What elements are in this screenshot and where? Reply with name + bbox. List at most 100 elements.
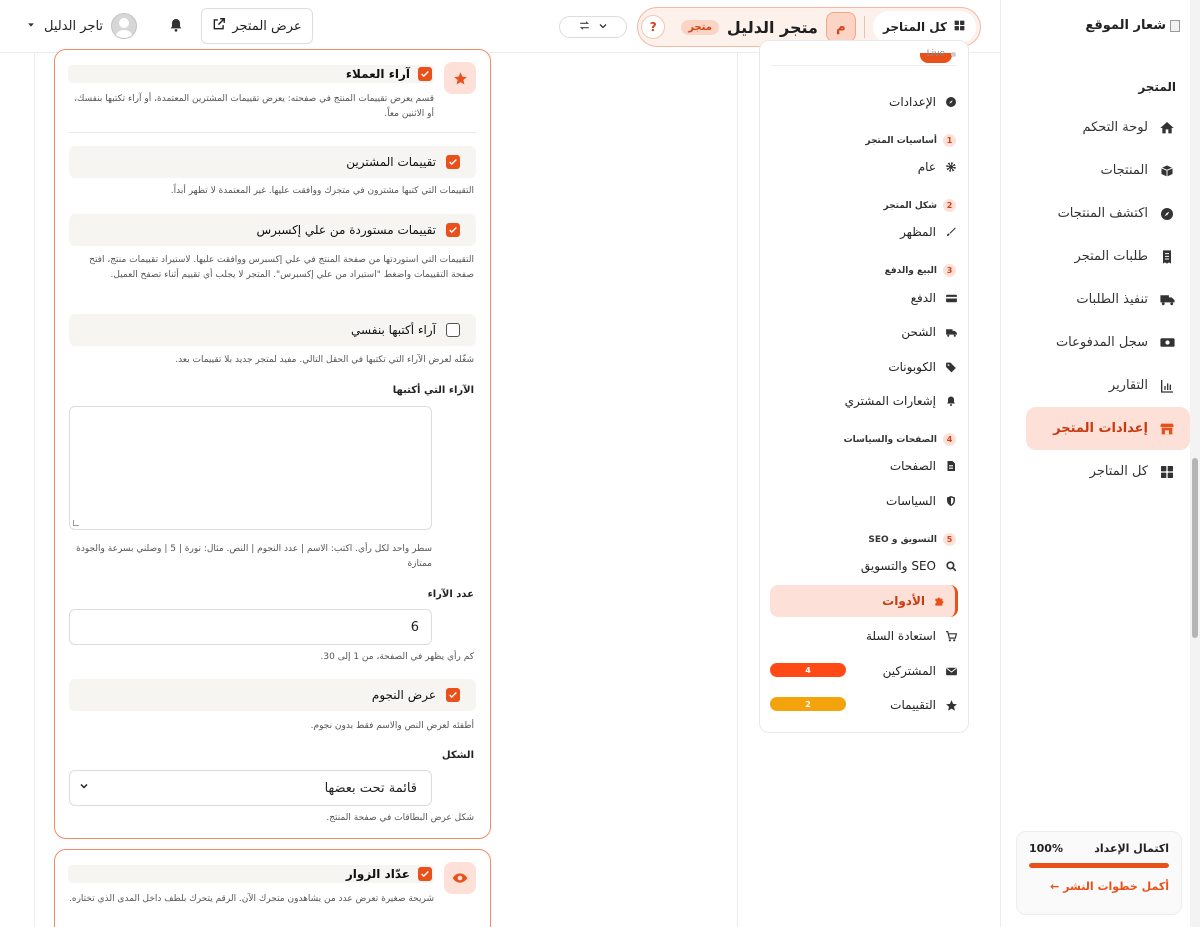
sidebar-item-reports[interactable]: التقارير: [1010, 364, 1190, 407]
card-description: قسم يعرض تقييمات المنتج في صفحته: يعرض ت…: [74, 94, 434, 119]
visitor-counter-toggle[interactable]: عدّاد الزوار: [68, 865, 434, 883]
subnav-item-settings[interactable]: الإعدادات: [770, 95, 958, 109]
subscribers-count-badge: 4: [770, 663, 846, 677]
grid-icon: [1158, 463, 1176, 481]
subnav-item-seo[interactable]: SEO والتسويق: [770, 559, 958, 573]
store-avatar: م: [825, 12, 856, 42]
shape-hint: شكل عرض البطاقات في صفحة المنتج.: [326, 813, 474, 823]
document-icon: [944, 459, 958, 473]
bell-icon[interactable]: [166, 17, 184, 35]
sidebar-item-discover[interactable]: اكتشف المنتجات: [1010, 192, 1190, 235]
reviews-count-input[interactable]: 6: [69, 609, 432, 645]
card-title: آراء العملاء: [345, 67, 410, 81]
scrollbar-thumb[interactable]: [1192, 458, 1198, 638]
sidebar-item-orders[interactable]: طلبات المتجر: [1010, 235, 1190, 278]
subnav-item-cart-recovery[interactable]: استعادة السلة: [770, 629, 958, 643]
subnav-item-tools[interactable]: الأدوات: [770, 585, 958, 617]
chevron-down-icon: [78, 780, 90, 796]
sidebar-item-all-stores[interactable]: كل المتاجر: [1010, 450, 1190, 493]
store-swap-dropdown[interactable]: [559, 16, 627, 38]
written-reviews-hint: سطر واحد لكل رأي. اكتب: الاسم | عدد النج…: [76, 544, 432, 569]
checkbox-checked-icon[interactable]: [418, 67, 432, 81]
user-menu[interactable]: تاجر الدليل: [26, 13, 138, 39]
reviews-count-label: عدد الآراء: [427, 589, 474, 600]
truck-icon: [1158, 291, 1176, 309]
sidebar-item-payments[interactable]: سجل المدفوعات: [1010, 321, 1190, 364]
store-type-badge: متجر: [681, 19, 719, 35]
truck-icon: [944, 325, 958, 339]
caret-down-icon: [26, 19, 36, 34]
puzzle-icon: [933, 594, 947, 608]
setup-title: اكتمال الإعداد: [1094, 842, 1169, 855]
box-icon: [1158, 162, 1176, 180]
tags-icon: [944, 360, 958, 374]
cart-icon: [944, 629, 958, 643]
buyer-reviews-option[interactable]: تقييمات المشترين: [69, 146, 476, 178]
own-reviews-option[interactable]: آراء أكتبها بنفسي: [69, 314, 476, 346]
checkbox-unchecked-icon[interactable]: [446, 323, 460, 337]
visitor-counter-card: عدّاد الزوار شريحة صغيرة تعرض عدد من يشا…: [54, 849, 491, 927]
card-divider: [69, 132, 476, 133]
shield-icon: [944, 494, 958, 508]
live-indicator: Live: [927, 49, 956, 59]
subnav-group-basics: 1 أساسيات المتجر: [865, 134, 956, 147]
grid-icon: [953, 19, 966, 35]
reviews-section-toggle[interactable]: آراء العملاء: [68, 65, 434, 83]
money-icon: [1158, 334, 1176, 352]
subnav-item-general[interactable]: عام: [770, 160, 958, 174]
sidebar-nav: لوحة التحكم المنتجات اكتشف المنتجات طلبا…: [1010, 106, 1190, 493]
resize-grip-icon[interactable]: [73, 520, 79, 526]
envelope-icon: [944, 664, 958, 678]
subnav-item-appearance[interactable]: المظهر: [770, 225, 958, 239]
swap-arrows-icon: [578, 19, 591, 35]
written-reviews-textarea[interactable]: [69, 406, 432, 530]
show-stars-hint: أطفئه لعرض النص والاسم فقط بدون نجوم.: [310, 721, 474, 731]
chart-icon: [1158, 377, 1176, 395]
publish-steps-link[interactable]: أكمل خطوات النشر ←: [1029, 880, 1169, 893]
subnav-group-marketing: 5 التسويق و SEO: [868, 533, 956, 546]
aliexpress-reviews-hint: التقييمات التي استوردتها من صفحة المنتج …: [89, 255, 474, 280]
receipt-icon: [1158, 248, 1176, 266]
compass-icon: [944, 95, 958, 109]
sidebar-item-store-settings[interactable]: إعدادات المتجر: [1026, 407, 1190, 450]
subnav-group-look: 2 شكل المتجر: [883, 199, 956, 212]
show-stars-option[interactable]: عرض النجوم: [69, 679, 476, 711]
shape-select[interactable]: قائمة تحت بعضها: [69, 770, 432, 806]
checkbox-checked-icon[interactable]: [446, 223, 460, 237]
view-store-button[interactable]: عرض المتجر: [201, 8, 313, 44]
subnav-divider: [770, 65, 958, 66]
subnav-item-shipping[interactable]: الشحن: [770, 325, 958, 339]
star-icon: [444, 62, 476, 94]
page-scrollbar[interactable]: [1190, 0, 1200, 927]
main-sidebar: شعار الموقع المتجر لوحة التحكم المنتجات …: [1000, 0, 1190, 927]
subnav-item-policies[interactable]: السياسات: [770, 494, 958, 508]
subnav-item-pages[interactable]: الصفحات: [770, 459, 958, 473]
broken-image-icon: [1170, 19, 1180, 32]
store-name: متجر الدليل: [726, 17, 818, 37]
sidebar-item-dashboard[interactable]: لوحة التحكم: [1010, 106, 1190, 149]
checkbox-checked-icon[interactable]: [446, 688, 460, 702]
settings-subnav: Live الإعدادات 1 أساسيات المتجر عام 2 شكل …: [759, 40, 969, 733]
reviews-count-hint: كم رأي يظهر في الصفحة، من 1 إلى 30.: [320, 652, 474, 662]
subnav-item-notifications[interactable]: إشعارات المشتري: [770, 394, 958, 408]
setup-progress-bar: [1029, 863, 1169, 868]
sidebar-item-products[interactable]: المنتجات: [1010, 149, 1190, 192]
home-icon: [1158, 119, 1176, 137]
site-logo-text: شعار الموقع: [1085, 18, 1166, 33]
checkbox-checked-icon[interactable]: [446, 155, 460, 169]
aliexpress-reviews-option[interactable]: تقييمات مستوردة من علي إكسبرس: [69, 214, 476, 246]
sidebar-item-fulfillment[interactable]: تنفيذ الطلبات: [1010, 278, 1190, 321]
setup-progress-card: اكتمال الإعداد 100% أكمل خطوات النشر ←: [1016, 831, 1182, 915]
subnav-item-coupons[interactable]: الكوبونات: [770, 360, 958, 374]
checkbox-checked-icon[interactable]: [418, 867, 432, 881]
all-stores-button[interactable]: كل المتاجر: [872, 11, 976, 43]
chevron-down-icon: [597, 20, 609, 35]
site-logo[interactable]: شعار الموقع: [1085, 18, 1180, 33]
pill-divider: [863, 16, 865, 38]
subnav-group-selling: 3 البيع والدفع: [885, 264, 956, 277]
subnav-item-payment[interactable]: الدفع: [770, 291, 958, 305]
card-title: عدّاد الزوار: [345, 867, 410, 881]
help-button[interactable]: ?: [641, 15, 666, 39]
setup-progress-fill: [1029, 863, 1169, 868]
buyer-reviews-hint: التقييمات التي كتبها مشترون في متجرك ووا…: [170, 186, 474, 196]
